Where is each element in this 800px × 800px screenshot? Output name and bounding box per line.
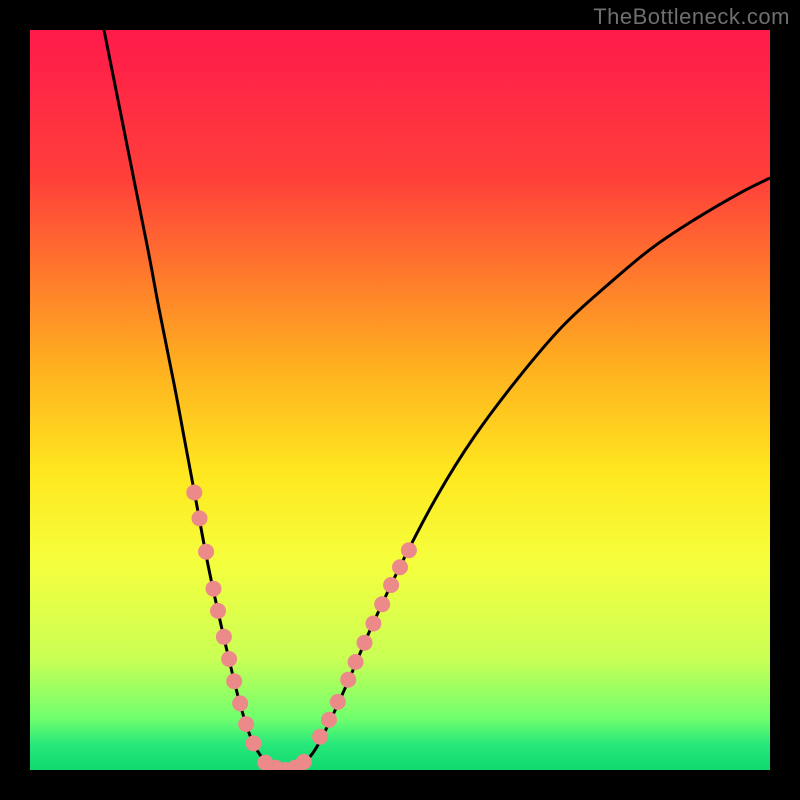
marker-dot <box>357 635 373 651</box>
marker-dot <box>383 577 399 593</box>
marker-dot <box>340 672 356 688</box>
marker-dot <box>192 510 208 526</box>
marker-dot <box>246 735 262 751</box>
marker-dot <box>401 542 417 558</box>
marker-dot <box>232 695 248 711</box>
marker-dot <box>238 716 254 732</box>
chart-svg <box>30 30 770 770</box>
marker-dot <box>348 654 364 670</box>
marker-dot <box>216 629 232 645</box>
marker-dot <box>221 651 237 667</box>
marker-dot <box>186 485 202 501</box>
plot-area <box>30 30 770 770</box>
marker-dot <box>210 603 226 619</box>
marker-dot <box>321 712 337 728</box>
marker-dot <box>296 754 312 770</box>
watermark-text: TheBottleneck.com <box>593 4 790 30</box>
marker-dot <box>365 616 381 632</box>
marker-dot <box>198 544 214 560</box>
marker-dot <box>206 581 222 597</box>
marker-dot <box>330 694 346 710</box>
gradient-background <box>30 30 770 770</box>
marker-dot <box>312 729 328 745</box>
chart-frame: TheBottleneck.com <box>0 0 800 800</box>
marker-dot <box>392 559 408 575</box>
marker-dot <box>226 673 242 689</box>
marker-dot <box>374 596 390 612</box>
